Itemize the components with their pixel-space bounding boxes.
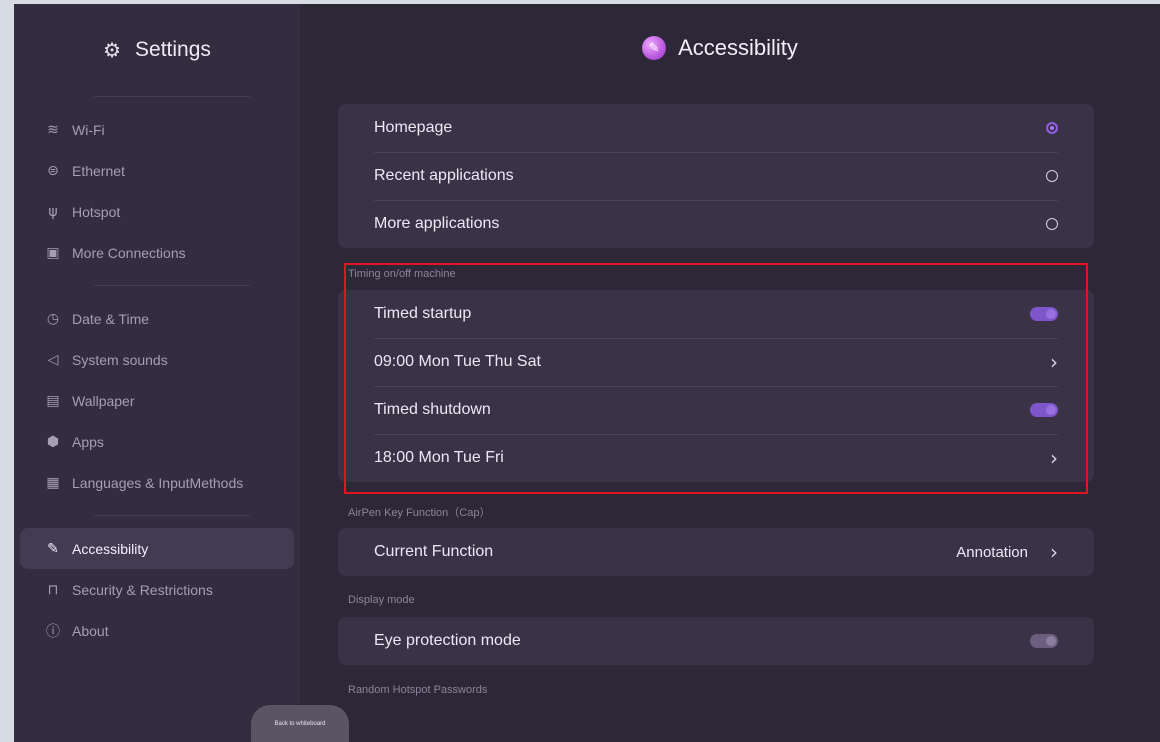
sidebar-item-label: Security & Restrictions: [72, 581, 213, 598]
wifi-icon: ≋: [47, 121, 59, 138]
sidebar-header: ⚙ Settings: [14, 4, 300, 96]
chevron-right-icon: ›: [1050, 446, 1058, 470]
settings-screen: ⚙ Settings ≋ Wi-Fi ⊜ Ethernet ψ Hotspot …: [14, 4, 1160, 742]
speaker-icon: ◁: [47, 351, 59, 368]
chevron-right-icon: ›: [1050, 540, 1058, 564]
ethernet-icon: ⊜: [47, 162, 59, 179]
language-icon: ▦: [46, 474, 60, 491]
sidebar-item-label: Languages & InputMethods: [72, 474, 244, 491]
sidebar-group-system: ◷ Date & Time ◁ System sounds ▤ Wallpape…: [14, 286, 300, 515]
sidebar-item-security[interactable]: ⊓ Security & Restrictions: [14, 569, 300, 610]
sidebar-title: Settings: [135, 38, 211, 61]
sidebar-item-accessibility[interactable]: ✎ Accessibility: [20, 528, 294, 569]
sidebar-item-system-sounds[interactable]: ◁ System sounds: [14, 339, 300, 380]
display-card: Eye protection mode: [338, 617, 1094, 665]
accessibility-icon: ✎: [47, 540, 59, 557]
timed-shutdown-row[interactable]: Timed shutdown: [338, 386, 1094, 434]
lock-icon: ⊓: [47, 581, 59, 598]
option-homepage[interactable]: Homepage: [338, 104, 1094, 152]
timed-startup-row[interactable]: Timed startup: [338, 290, 1094, 338]
sidebar-item-label: Accessibility: [72, 540, 149, 557]
eye-protection-row[interactable]: Eye protection mode: [338, 617, 1094, 665]
sidebar-item-date-time[interactable]: ◷ Date & Time: [14, 298, 300, 339]
option-label: Recent applications: [374, 167, 514, 184]
sidebar-item-label: System sounds: [72, 351, 168, 368]
chevron-right-icon: ›: [1050, 350, 1058, 374]
row-label: 09:00 Mon Tue Thu Sat: [374, 353, 541, 370]
homepage-options-card: Homepage Recent applications More applic…: [338, 104, 1094, 248]
sidebar-item-label: Wi-Fi: [72, 121, 105, 138]
apps-icon: ⬢: [46, 433, 60, 450]
row-label: Timed shutdown: [374, 401, 491, 418]
eye-protection-toggle[interactable]: [1030, 634, 1058, 648]
radio-unselected[interactable]: [1046, 218, 1058, 230]
airpen-card: Current Function Annotation ›: [338, 528, 1094, 576]
connections-icon: ▣: [46, 244, 60, 261]
sidebar-item-label: Wallpaper: [72, 392, 135, 409]
sidebar-group-other: ✎ Accessibility ⊓ Security & Restriction…: [14, 516, 300, 663]
sidebar-item-label: About: [72, 622, 109, 639]
row-value: Annotation: [956, 543, 1028, 561]
sidebar-item-label: Date & Time: [72, 310, 150, 327]
sidebar-item-hotspot[interactable]: ψ Hotspot: [14, 191, 300, 232]
page-header: ✎ Accessibility: [300, 4, 1160, 92]
sidebar-item-languages[interactable]: ▦ Languages & InputMethods: [14, 462, 300, 503]
sidebar-group-network: ≋ Wi-Fi ⊜ Ethernet ψ Hotspot ▣ More Conn…: [14, 97, 300, 285]
info-icon: ⓘ: [46, 623, 60, 640]
option-more-applications[interactable]: More applications: [338, 200, 1094, 248]
option-label: Homepage: [374, 119, 453, 136]
radio-unselected[interactable]: [1046, 170, 1058, 182]
sidebar: ⚙ Settings ≋ Wi-Fi ⊜ Ethernet ψ Hotspot …: [14, 4, 300, 742]
section-label-airpen: AirPen Key Function（Cap）: [348, 507, 491, 519]
current-function-row[interactable]: Current Function Annotation ›: [338, 528, 1094, 576]
sidebar-item-wifi[interactable]: ≋ Wi-Fi: [14, 109, 300, 150]
section-label-hotspot: Random Hotspot Passwords: [348, 684, 488, 696]
sidebar-item-about[interactable]: ⓘ About: [14, 610, 300, 651]
accessibility-icon: ✎: [642, 36, 667, 60]
back-to-whiteboard-button[interactable]: Back to whiteboard: [251, 705, 349, 742]
timed-shutdown-toggle[interactable]: [1030, 403, 1058, 417]
sidebar-item-label: More Connections: [72, 244, 186, 261]
timing-card: Timed startup 09:00 Mon Tue Thu Sat › Ti…: [338, 290, 1094, 482]
startup-schedule-row[interactable]: 09:00 Mon Tue Thu Sat ›: [338, 338, 1094, 386]
clock-icon: ◷: [46, 310, 60, 327]
row-label: Current Function: [374, 543, 494, 560]
page-title: Accessibility: [678, 35, 798, 60]
sidebar-item-label: Apps: [72, 433, 104, 450]
section-label-timing: Timing on/off machine: [348, 268, 456, 280]
row-label: Eye protection mode: [374, 632, 521, 649]
radio-selected[interactable]: [1046, 122, 1058, 134]
row-label: 18:00 Mon Tue Fri: [374, 449, 504, 466]
hotspot-icon: ψ: [48, 203, 58, 220]
sidebar-item-ethernet[interactable]: ⊜ Ethernet: [14, 150, 300, 191]
wallpaper-icon: ▤: [46, 392, 60, 409]
main-panel: ✎ Accessibility Homepage Recent applicat…: [300, 4, 1160, 742]
sidebar-item-wallpaper[interactable]: ▤ Wallpaper: [14, 380, 300, 421]
sidebar-item-more-connections[interactable]: ▣ More Connections: [14, 232, 300, 273]
timed-startup-toggle[interactable]: [1030, 307, 1058, 321]
row-label: Timed startup: [374, 305, 472, 322]
sidebar-item-label: Ethernet: [72, 162, 125, 179]
shutdown-schedule-row[interactable]: 18:00 Mon Tue Fri ›: [338, 434, 1094, 482]
gear-icon: ⚙: [103, 39, 122, 62]
option-recent-applications[interactable]: Recent applications: [338, 152, 1094, 200]
sidebar-item-label: Hotspot: [72, 203, 121, 220]
section-label-display: Display mode: [348, 594, 415, 606]
option-label: More applications: [374, 215, 500, 232]
sidebar-item-apps[interactable]: ⬢ Apps: [14, 421, 300, 462]
